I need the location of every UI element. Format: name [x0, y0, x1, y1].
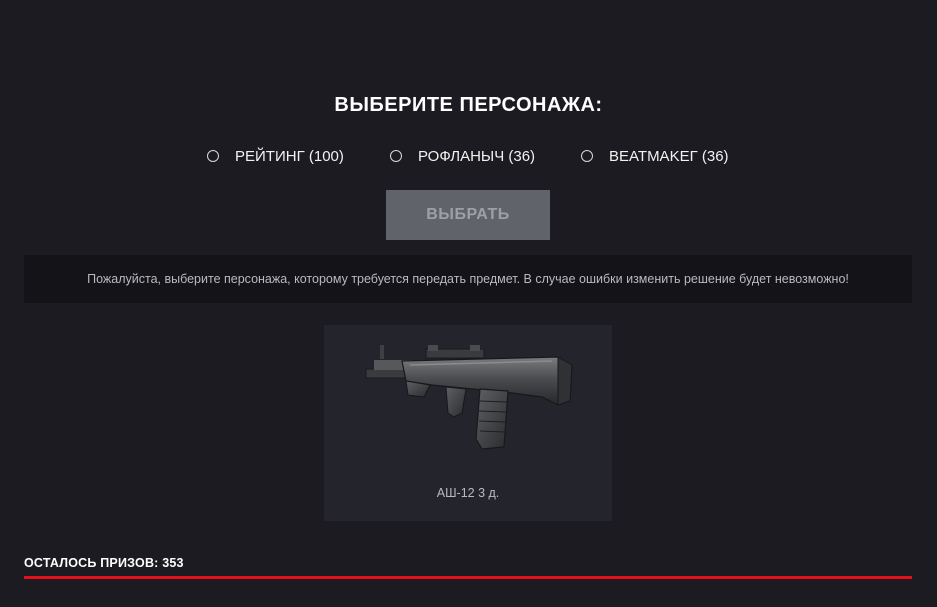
prizes-progress-fill — [24, 576, 912, 579]
radio-button[interactable] — [207, 150, 219, 162]
prizes-remaining-label: ОСТАЛОСЬ ПРИЗОВ: 353 — [24, 556, 184, 570]
character-option-label: РОФЛАНЫЧ (36) — [418, 147, 536, 165]
radio-button[interactable] — [581, 150, 593, 162]
choose-button[interactable]: ВЫБРАТЬ — [386, 190, 550, 240]
warning-notice: Пожалуйста, выберите персонажа, которому… — [24, 255, 912, 303]
character-option-beatmaker[interactable]: BEATMAKEГ (36) — [581, 145, 729, 167]
assault-rifle-icon — [365, 345, 573, 450]
character-option-rating[interactable]: РЕЙТИНГ (100) — [207, 145, 344, 167]
item-name: АШ-12 3 д. — [436, 486, 500, 500]
character-select-title: ВЫБЕРИТЕ ПЕРСОНАЖА: — [334, 94, 603, 116]
character-options: РЕЙТИНГ (100) РОФЛАНЫЧ (36) BEATMAKEГ (3… — [0, 145, 937, 167]
item-card: АШ-12 3 д. — [324, 325, 612, 521]
character-option-label: РЕЙТИНГ (100) — [235, 147, 344, 165]
prizes-progress-bar — [24, 576, 912, 579]
radio-button[interactable] — [390, 150, 402, 162]
character-option-roflanych[interactable]: РОФЛАНЫЧ (36) — [390, 145, 535, 167]
warning-notice-text: Пожалуйста, выберите персонажа, которому… — [87, 272, 849, 286]
character-option-label: BEATMAKEГ (36) — [609, 147, 729, 165]
